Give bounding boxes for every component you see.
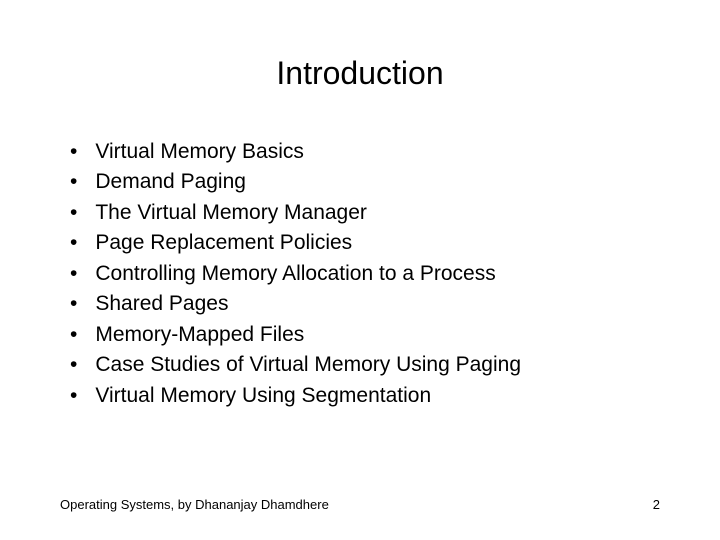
list-item: • Demand Paging (70, 167, 660, 197)
page-number: 2 (653, 497, 660, 512)
list-item-text: Controlling Memory Allocation to a Proce… (95, 259, 495, 289)
bullet-icon: • (70, 198, 77, 228)
bullet-icon: • (70, 289, 77, 319)
list-item: • Case Studies of Virtual Memory Using Pa… (70, 350, 660, 380)
list-item: • Page Replacement Policies (70, 228, 660, 258)
list-item: • Virtual Memory Basics (70, 137, 660, 167)
slide-title: Introduction (60, 55, 660, 92)
bullet-icon: • (70, 137, 77, 167)
list-item: • The Virtual Memory Manager (70, 198, 660, 228)
list-item-text: Page Replacement Policies (95, 228, 352, 258)
bullet-icon: • (70, 350, 77, 380)
list-item: • Memory-Mapped Files (70, 320, 660, 350)
list-item: • Controlling Memory Allocation to a Proc… (70, 259, 660, 289)
bullet-icon: • (70, 381, 77, 411)
list-item: • Virtual Memory Using Segmentation (70, 381, 660, 411)
list-item-text: Demand Paging (95, 167, 246, 197)
bullet-icon: • (70, 259, 77, 289)
list-item-text: Shared Pages (95, 289, 228, 319)
list-item-text: Virtual Memory Basics (95, 137, 304, 167)
list-item-text: The Virtual Memory Manager (95, 198, 367, 228)
slide-footer: Operating Systems, by Dhananjay Dhamdher… (60, 497, 660, 512)
list-item-text: Case Studies of Virtual Memory Using Pag… (95, 350, 521, 380)
bullet-icon: • (70, 320, 77, 350)
footer-credit: Operating Systems, by Dhananjay Dhamdher… (60, 497, 329, 512)
list-item-text: Memory-Mapped Files (95, 320, 304, 350)
list-item-text: Virtual Memory Using Segmentation (95, 381, 431, 411)
bullet-icon: • (70, 228, 77, 258)
list-item: • Shared Pages (70, 289, 660, 319)
slide-container: Introduction • Virtual Memory Basics • Dem… (0, 0, 720, 540)
bullet-list: • Virtual Memory Basics • Demand Paging • T… (60, 137, 660, 411)
bullet-icon: • (70, 167, 77, 197)
